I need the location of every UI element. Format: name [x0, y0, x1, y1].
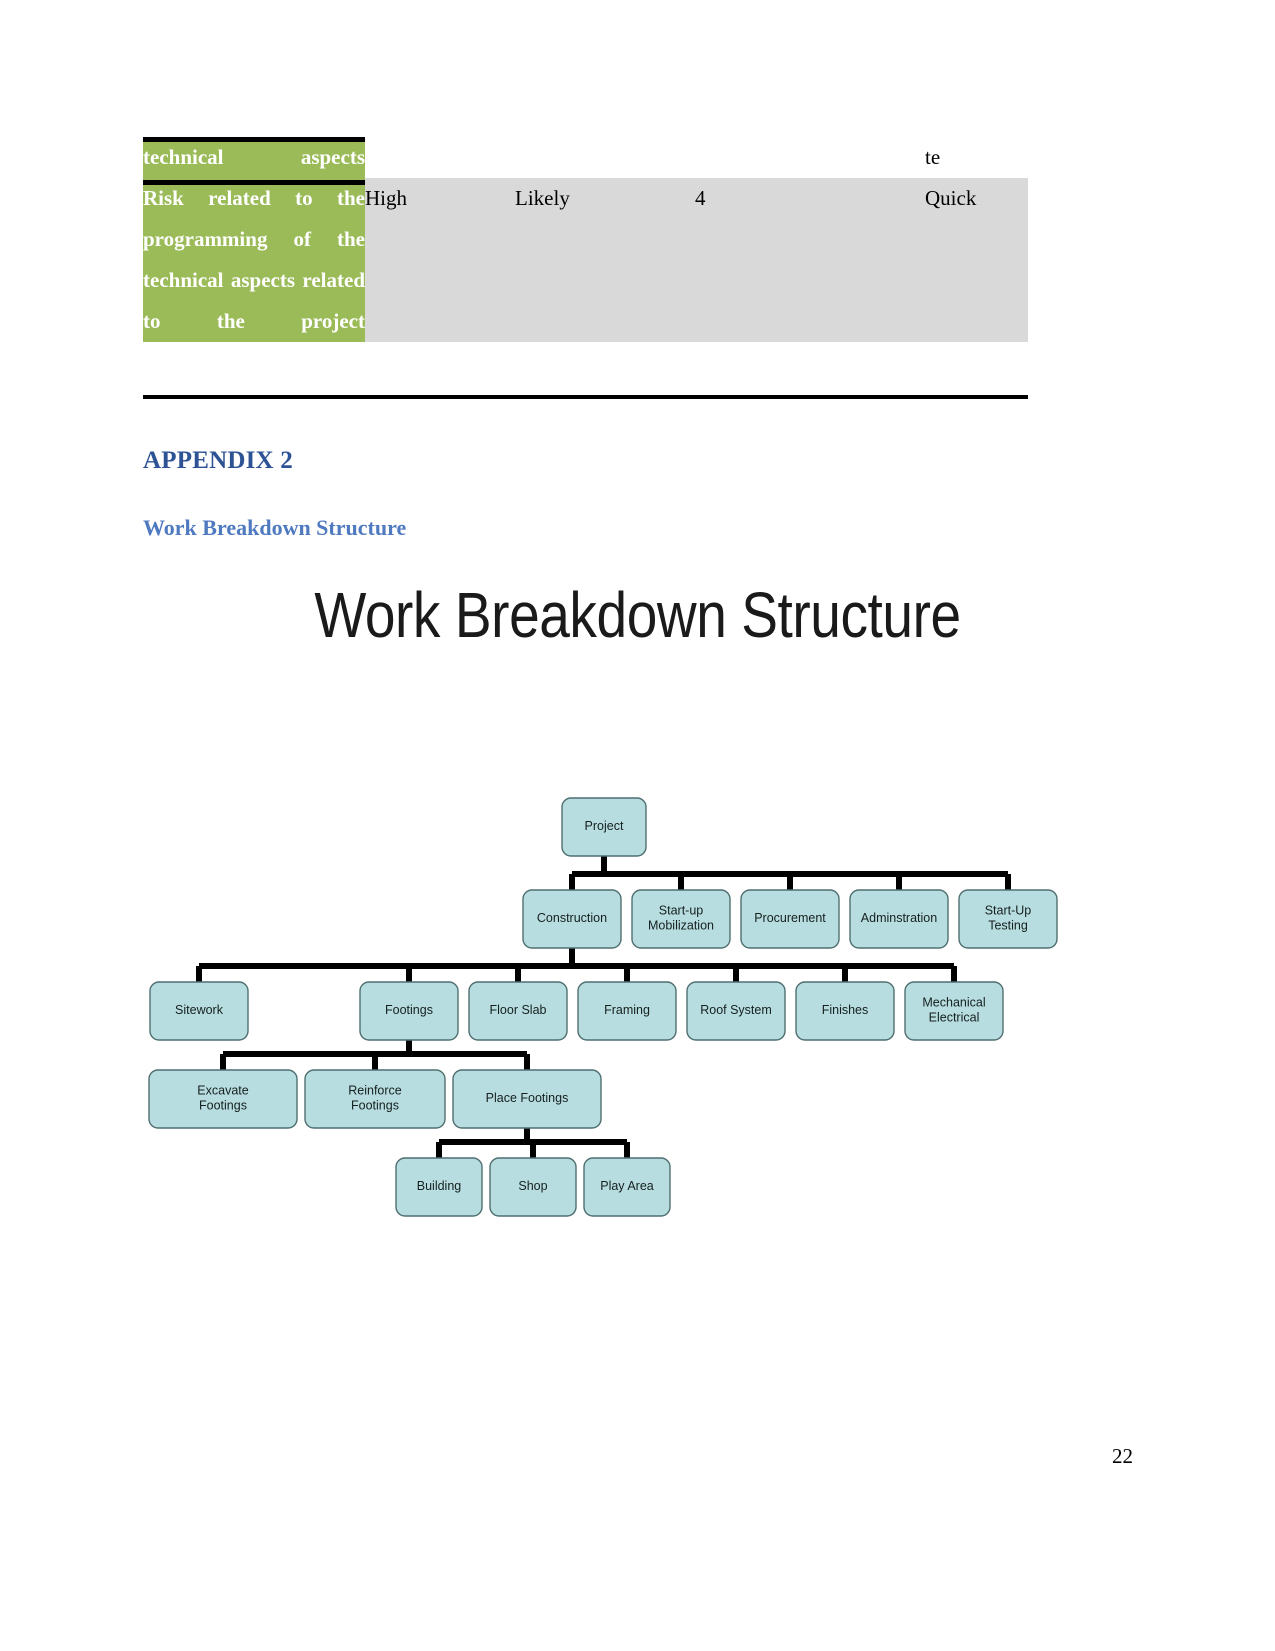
- wbs-node-construction: Construction: [522, 889, 622, 949]
- wbs-node-play-area: Play Area: [583, 1157, 671, 1217]
- wbs-node-label: Roof System: [700, 1003, 772, 1017]
- risk-response-cell: Quick: [925, 178, 1028, 342]
- wbs-node-footings: Footings: [359, 981, 459, 1041]
- table-rule-bottom: [143, 395, 1028, 399]
- section-subtitle: Work Breakdown Structure: [143, 515, 407, 540]
- risk-label-cell: Risk related to the programming of the t…: [143, 178, 365, 342]
- wbs-node-roof-system: Roof System: [686, 981, 786, 1041]
- risk-label-cell: technical aspects: [143, 137, 365, 178]
- table-row: technical aspects te: [143, 137, 1028, 178]
- wbs-connector: [436, 1128, 630, 1158]
- wbs-node-shop: Shop: [489, 1157, 577, 1217]
- table-rule-middle: [143, 180, 365, 185]
- risk-score-cell: 4: [695, 178, 925, 342]
- wbs-node-adminstration: Adminstration: [849, 889, 949, 949]
- wbs-node-building: Building: [395, 1157, 483, 1217]
- table-row: Risk related to the programming of the t…: [143, 178, 1028, 342]
- wbs-node-startup-mobilization: Start-up Mobilization: [631, 889, 731, 949]
- risk-severity-cell: High: [365, 178, 515, 342]
- wbs-node-label: Project: [585, 819, 624, 833]
- wbs-node-label: Place Footings: [486, 1091, 569, 1105]
- risk-severity-cell: [365, 137, 515, 178]
- wbs-node-label: Mechanical Electrical: [922, 996, 985, 1025]
- wbs-node-label: Floor Slab: [490, 1003, 547, 1017]
- wbs-node-excavate-footings: Excavate Footings: [148, 1069, 298, 1129]
- wbs-node-label: Excavate Footings: [197, 1084, 248, 1113]
- table-rule-top: [143, 137, 365, 142]
- wbs-node-label: Building: [417, 1179, 462, 1193]
- wbs-node-mechanical-electrical: Mechanical Electrical: [904, 981, 1004, 1041]
- risk-likelihood-cell: Likely: [515, 178, 695, 342]
- wbs-node-place-footings: Place Footings: [452, 1069, 602, 1129]
- figure-title: Work Breakdown Structure: [314, 579, 961, 651]
- wbs-node-finishes: Finishes: [795, 981, 895, 1041]
- wbs-node-label: Construction: [537, 911, 607, 925]
- wbs-diagram: Project Construction Start-up Mobilization P…: [140, 780, 1085, 1240]
- page-number: 22: [1112, 1444, 1133, 1468]
- wbs-node-label: Start-Up Testing: [985, 904, 1032, 933]
- risk-response-cell: te: [925, 137, 1028, 178]
- wbs-node-procurement: Procurement: [740, 889, 840, 949]
- wbs-node-label: Reinforce Footings: [348, 1084, 402, 1113]
- wbs-node-startup-testing: Start-Up Testing: [958, 889, 1058, 949]
- risk-table: technical aspects te Risk related to the…: [143, 137, 1028, 342]
- wbs-connector: [220, 1040, 530, 1070]
- wbs-node-floor-slab: Floor Slab: [468, 981, 568, 1041]
- wbs-node-label: Finishes: [822, 1003, 869, 1017]
- wbs-node-label: Play Area: [600, 1179, 654, 1193]
- wbs-node-label: Shop: [518, 1179, 547, 1193]
- wbs-node-framing: Framing: [577, 981, 677, 1041]
- wbs-node-reinforce-footings: Reinforce Footings: [304, 1069, 446, 1129]
- page-title: APPENDIX 2: [143, 447, 293, 474]
- wbs-node-label: Footings: [385, 1003, 433, 1017]
- wbs-node-label: Sitework: [175, 1003, 224, 1017]
- wbs-node-project: Project: [561, 797, 647, 857]
- wbs-node-label: Framing: [604, 1003, 650, 1017]
- wbs-connector: [569, 856, 1011, 890]
- wbs-connector: [196, 948, 957, 982]
- wbs-node-sitework: Sitework: [149, 981, 249, 1041]
- wbs-node-label: Adminstration: [861, 911, 937, 925]
- wbs-node-label: Procurement: [754, 911, 826, 925]
- risk-likelihood-cell: [515, 137, 695, 178]
- risk-score-cell: [695, 137, 925, 178]
